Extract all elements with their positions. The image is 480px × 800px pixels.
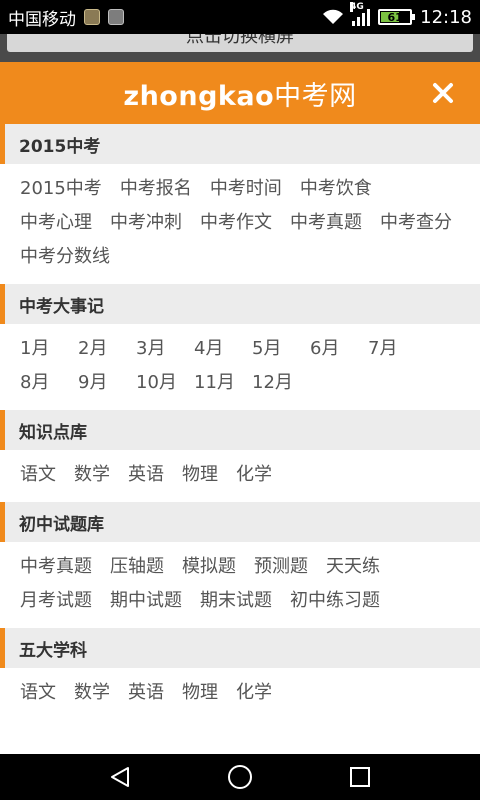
link-month-4[interactable]: 4月	[194, 336, 252, 362]
link-month-7[interactable]: 7月	[368, 336, 426, 362]
wifi-icon	[323, 9, 344, 24]
status-bar: 中国移动 4G 61 12:18	[0, 0, 480, 34]
carrier-name: 中国移动	[8, 9, 76, 30]
link-month-8[interactable]: 8月	[20, 370, 78, 396]
link-month-1[interactable]: 1月	[20, 336, 78, 362]
link-yuwen[interactable]: 语文	[20, 680, 56, 706]
link-yingyu[interactable]: 英语	[128, 680, 164, 706]
link-xinli[interactable]: 中考心理	[20, 210, 92, 236]
logo-en: zhongkao	[123, 80, 275, 112]
section-question-bank: 初中试题库 中考真题 压轴题 模拟题 预测题 天天练 月考试题 期中试题 期末试…	[0, 502, 480, 628]
site-logo[interactable]: zhongkao中考网	[123, 74, 356, 113]
section-knowledge: 知识点库 语文 数学 英语 物理 化学	[0, 410, 480, 502]
link-month-9[interactable]: 9月	[78, 370, 136, 396]
section-title: 知识点库	[0, 410, 480, 450]
recents-button[interactable]	[335, 757, 385, 797]
section-links: 中考真题 压轴题 模拟题 预测题 天天练 月考试题 期中试题 期末试题 初中练习…	[0, 542, 480, 628]
link-huaxue[interactable]: 化学	[236, 680, 272, 706]
signal-icon: 4G	[350, 2, 371, 26]
battery-icon: 61	[378, 9, 416, 25]
menu-content: 2015中考 2015中考 中考报名 中考时间 中考饮食 中考心理 中考冲刺 中…	[0, 124, 480, 754]
switch-landscape-label: 点击切换横屏	[186, 34, 294, 47]
link-lianxiti[interactable]: 初中练习题	[290, 588, 380, 614]
link-moniti[interactable]: 模拟题	[182, 554, 236, 580]
battery-percent: 61	[387, 10, 403, 24]
section-title: 初中试题库	[0, 502, 480, 542]
back-button[interactable]	[95, 757, 145, 797]
link-qimo[interactable]: 期末试题	[200, 588, 272, 614]
notification-app-icon	[84, 9, 100, 25]
close-icon	[433, 83, 453, 103]
link-2015zhongkao[interactable]: 2015中考	[20, 176, 102, 202]
link-qizhong[interactable]: 期中试题	[110, 588, 182, 614]
section-links: 语文 数学 英语 物理 化学	[0, 668, 480, 720]
link-tiantianlian[interactable]: 天天练	[326, 554, 380, 580]
section-links: 语文 数学 英语 物理 化学	[0, 450, 480, 502]
link-baoming[interactable]: 中考报名	[120, 176, 192, 202]
home-button[interactable]	[215, 757, 265, 797]
link-yuwen[interactable]: 语文	[20, 462, 56, 488]
section-title: 2015中考	[0, 124, 480, 164]
recents-square-icon	[350, 767, 370, 787]
system-nav-bar	[0, 754, 480, 800]
section-title: 中考大事记	[0, 284, 480, 324]
link-month-2[interactable]: 2月	[78, 336, 136, 362]
link-yuceti[interactable]: 预测题	[254, 554, 308, 580]
section-links: 2015中考 中考报名 中考时间 中考饮食 中考心理 中考冲刺 中考作文 中考真…	[0, 164, 480, 284]
link-zhenti[interactable]: 中考真题	[290, 210, 362, 236]
section-subjects: 五大学科 语文 数学 英语 物理 化学	[0, 628, 480, 720]
link-month-11[interactable]: 11月	[194, 370, 252, 396]
link-yazhouti[interactable]: 压轴题	[110, 554, 164, 580]
home-circle-icon	[228, 765, 252, 789]
link-yuekao[interactable]: 月考试题	[20, 588, 92, 614]
section-links: 1月 2月 3月 4月 5月 6月 7月 8月 9月 10月 11月 12月	[0, 324, 480, 410]
link-shuxue[interactable]: 数学	[74, 462, 110, 488]
section-title: 五大学科	[0, 628, 480, 668]
link-chongci[interactable]: 中考冲刺	[110, 210, 182, 236]
link-zhongkao-zhenti[interactable]: 中考真题	[20, 554, 92, 580]
link-month-3[interactable]: 3月	[136, 336, 194, 362]
link-chafen[interactable]: 中考查分	[380, 210, 452, 236]
logo-cn: 中考网	[274, 80, 357, 112]
site-header: zhongkao中考网	[0, 62, 480, 124]
link-zuowen[interactable]: 中考作文	[200, 210, 272, 236]
network-type: 4G	[350, 2, 364, 12]
back-triangle-icon	[111, 767, 129, 787]
link-fenshuxian[interactable]: 中考分数线	[20, 244, 110, 270]
link-wuli[interactable]: 物理	[182, 462, 218, 488]
link-month-6[interactable]: 6月	[310, 336, 368, 362]
notification-image-icon	[108, 9, 124, 25]
link-shijian[interactable]: 中考时间	[210, 176, 282, 202]
link-wuli[interactable]: 物理	[182, 680, 218, 706]
section-events: 中考大事记 1月 2月 3月 4月 5月 6月 7月 8月 9月 10月 11月…	[0, 284, 480, 410]
switch-landscape-button[interactable]: 点击切换横屏	[7, 34, 473, 52]
close-button[interactable]	[426, 76, 460, 110]
link-yingyu[interactable]: 英语	[128, 462, 164, 488]
clock: 12:18	[420, 6, 472, 28]
link-shuxue[interactable]: 数学	[74, 680, 110, 706]
section-2015: 2015中考 2015中考 中考报名 中考时间 中考饮食 中考心理 中考冲刺 中…	[0, 124, 480, 284]
link-month-12[interactable]: 12月	[252, 370, 310, 396]
link-yinshi[interactable]: 中考饮食	[300, 176, 372, 202]
link-month-5[interactable]: 5月	[252, 336, 310, 362]
link-month-10[interactable]: 10月	[136, 370, 194, 396]
link-huaxue[interactable]: 化学	[236, 462, 272, 488]
